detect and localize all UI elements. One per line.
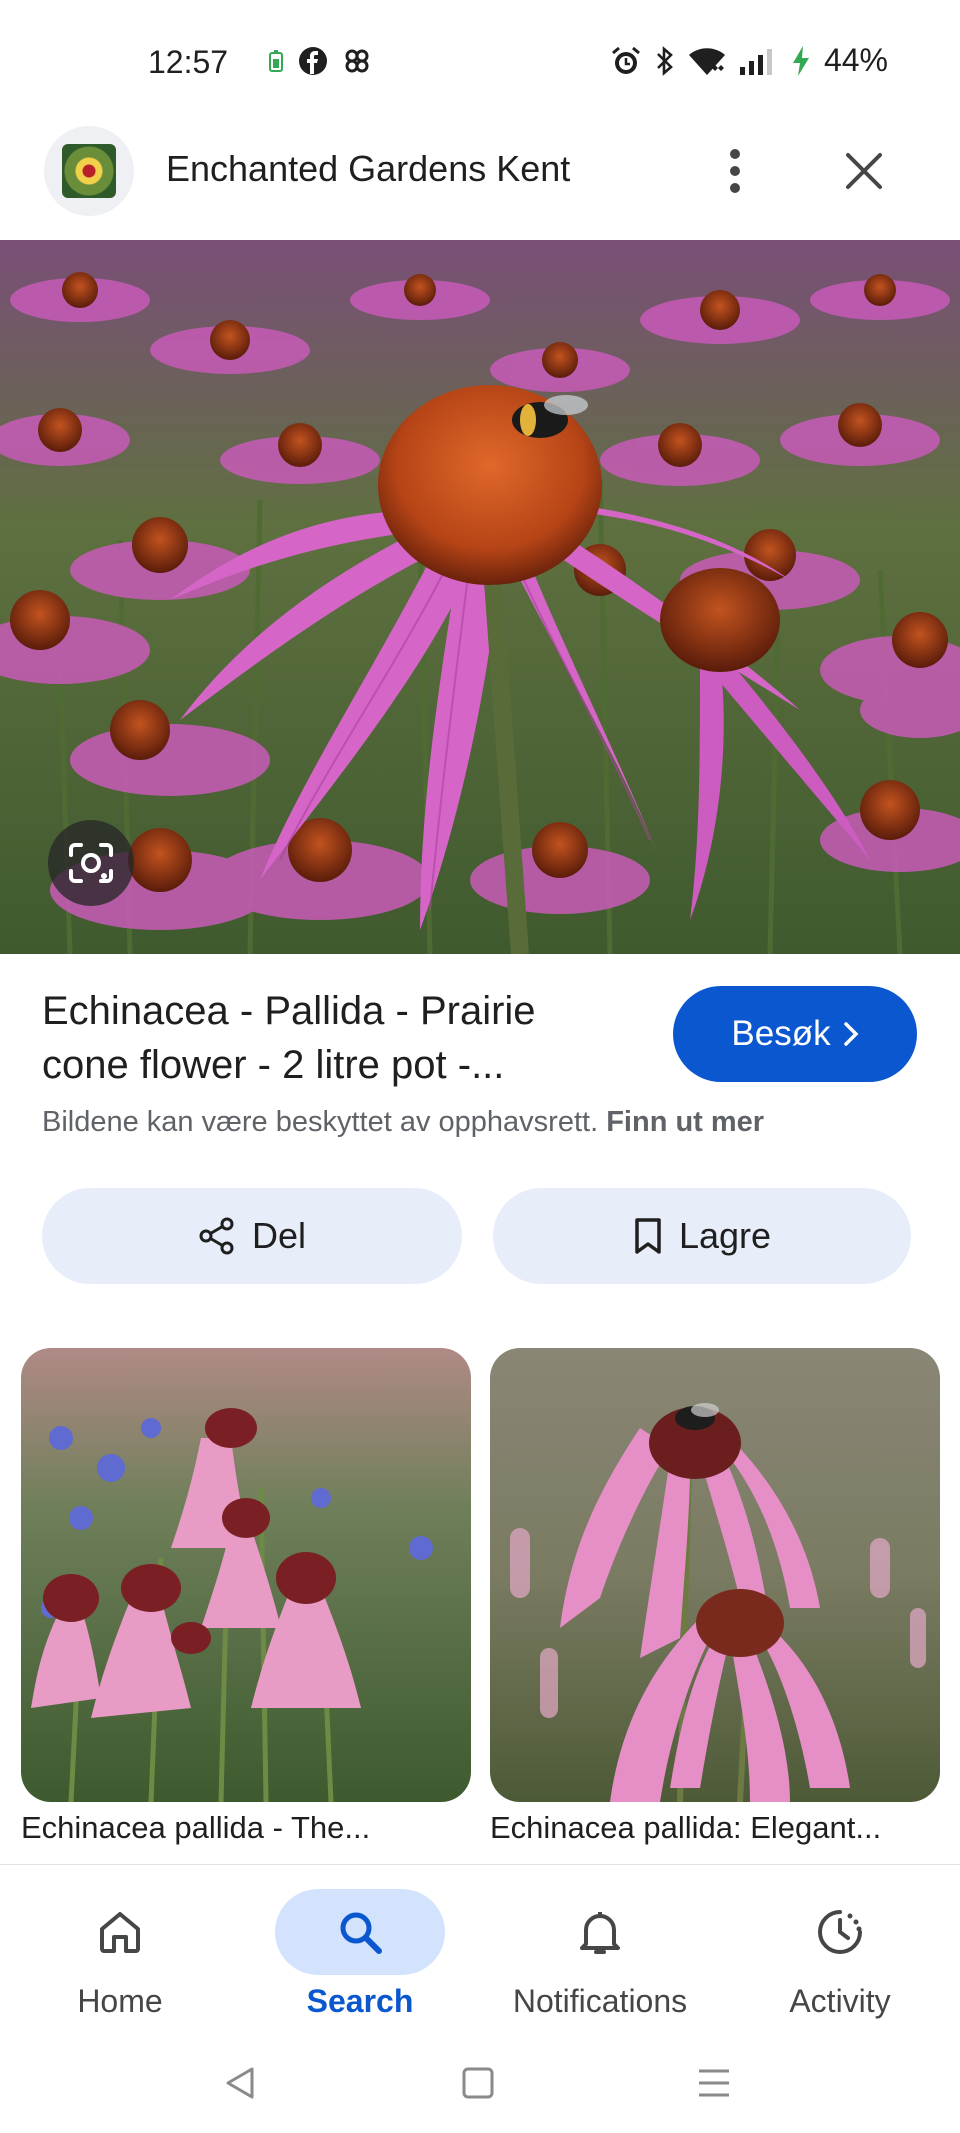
status-bar: 12:57 44% [0, 0, 960, 124]
home-square-icon [462, 2067, 494, 2099]
status-system-icons: 44% [610, 42, 888, 79]
pallida-photo-1 [21, 1348, 471, 1802]
chevron-right-icon [843, 1022, 859, 1046]
site-name[interactable]: Enchanted Gardens Kent [166, 148, 570, 190]
bluetooth-icon [657, 45, 673, 76]
system-navigation-bar [0, 2034, 960, 2133]
nav-search-icon-wrap [275, 1889, 445, 1975]
learn-more-link[interactable]: Finn ut mer [606, 1106, 764, 1138]
more-options-button[interactable] [710, 142, 760, 200]
related-caption-2[interactable]: Echinacea pallida: Elegant... [490, 1810, 881, 1846]
nav-activity-icon-wrap [755, 1889, 925, 1975]
activity-icon [818, 1910, 862, 1954]
more-vert-icon [730, 149, 740, 193]
facebook-icon [299, 47, 327, 75]
pinwheel-app-icon [345, 49, 369, 73]
pallida-photo-2 [490, 1348, 940, 1802]
status-time: 12:57 [148, 44, 229, 80]
alarm-icon [611, 46, 640, 74]
related-caption-1[interactable]: Echinacea pallida - The... [21, 1810, 370, 1846]
battery-percent: 44% [823, 42, 888, 78]
coneflower-photo [0, 240, 960, 954]
nav-search-label: Search [306, 1983, 414, 2019]
nav-search[interactable]: Search [240, 1875, 480, 2035]
nav-home[interactable]: Home [0, 1875, 240, 2035]
nav-notifications[interactable]: Notifications [480, 1875, 720, 2035]
status-notification-icons [268, 46, 372, 76]
copyright-text: Bildene kan være beskyttet av opphavsret… [42, 1106, 599, 1138]
google-lens-button[interactable] [48, 820, 134, 906]
bottom-navigation: Home Search Notifications Activity [0, 1864, 960, 2034]
related-image-2[interactable] [490, 1348, 940, 1802]
site-favicon[interactable] [44, 126, 134, 216]
result-title[interactable]: Echinacea - Pallida - Prairie cone flowe… [42, 984, 612, 1092]
nav-activity[interactable]: Activity [720, 1875, 960, 2035]
nav-home-label: Home [77, 1983, 163, 2019]
bookmark-icon [635, 1218, 661, 1254]
signal-icon [739, 48, 772, 75]
share-label: Del [251, 1215, 307, 1256]
close-button[interactable] [836, 142, 892, 200]
close-icon [846, 153, 882, 189]
visit-button-label: Besøk [731, 1014, 831, 1053]
save-button[interactable]: Lagre [493, 1188, 911, 1284]
system-home-button[interactable] [448, 2058, 508, 2108]
result-image[interactable] [0, 240, 960, 954]
share-icon [199, 1217, 234, 1255]
share-button[interactable]: Del [42, 1188, 462, 1284]
nav-home-icon-wrap [35, 1889, 205, 1975]
nav-activity-label: Activity [789, 1983, 891, 2019]
wifi-icon [688, 47, 725, 75]
system-back-button[interactable] [210, 2058, 270, 2108]
related-image-1[interactable] [21, 1348, 471, 1802]
site-favicon-image [62, 144, 116, 198]
visit-button[interactable]: Besøk [673, 986, 917, 1082]
bell-icon [580, 1912, 620, 1954]
battery-saver-icon [269, 50, 283, 72]
copyright-notice: Bildene kan være beskyttet av opphavsret… [42, 1106, 764, 1139]
home-icon [100, 1912, 140, 1953]
system-recents-button[interactable] [684, 2058, 744, 2108]
charging-icon [792, 45, 809, 76]
nav-notifications-icon-wrap [515, 1889, 685, 1975]
back-triangle-icon [226, 2067, 254, 2099]
search-icon [340, 1912, 382, 1954]
lens-icon [69, 843, 113, 883]
result-header: Enchanted Gardens Kent [0, 124, 960, 240]
nav-notifications-label: Notifications [512, 1983, 688, 2019]
recents-menu-icon [699, 2069, 729, 2097]
save-label: Lagre [678, 1215, 772, 1256]
